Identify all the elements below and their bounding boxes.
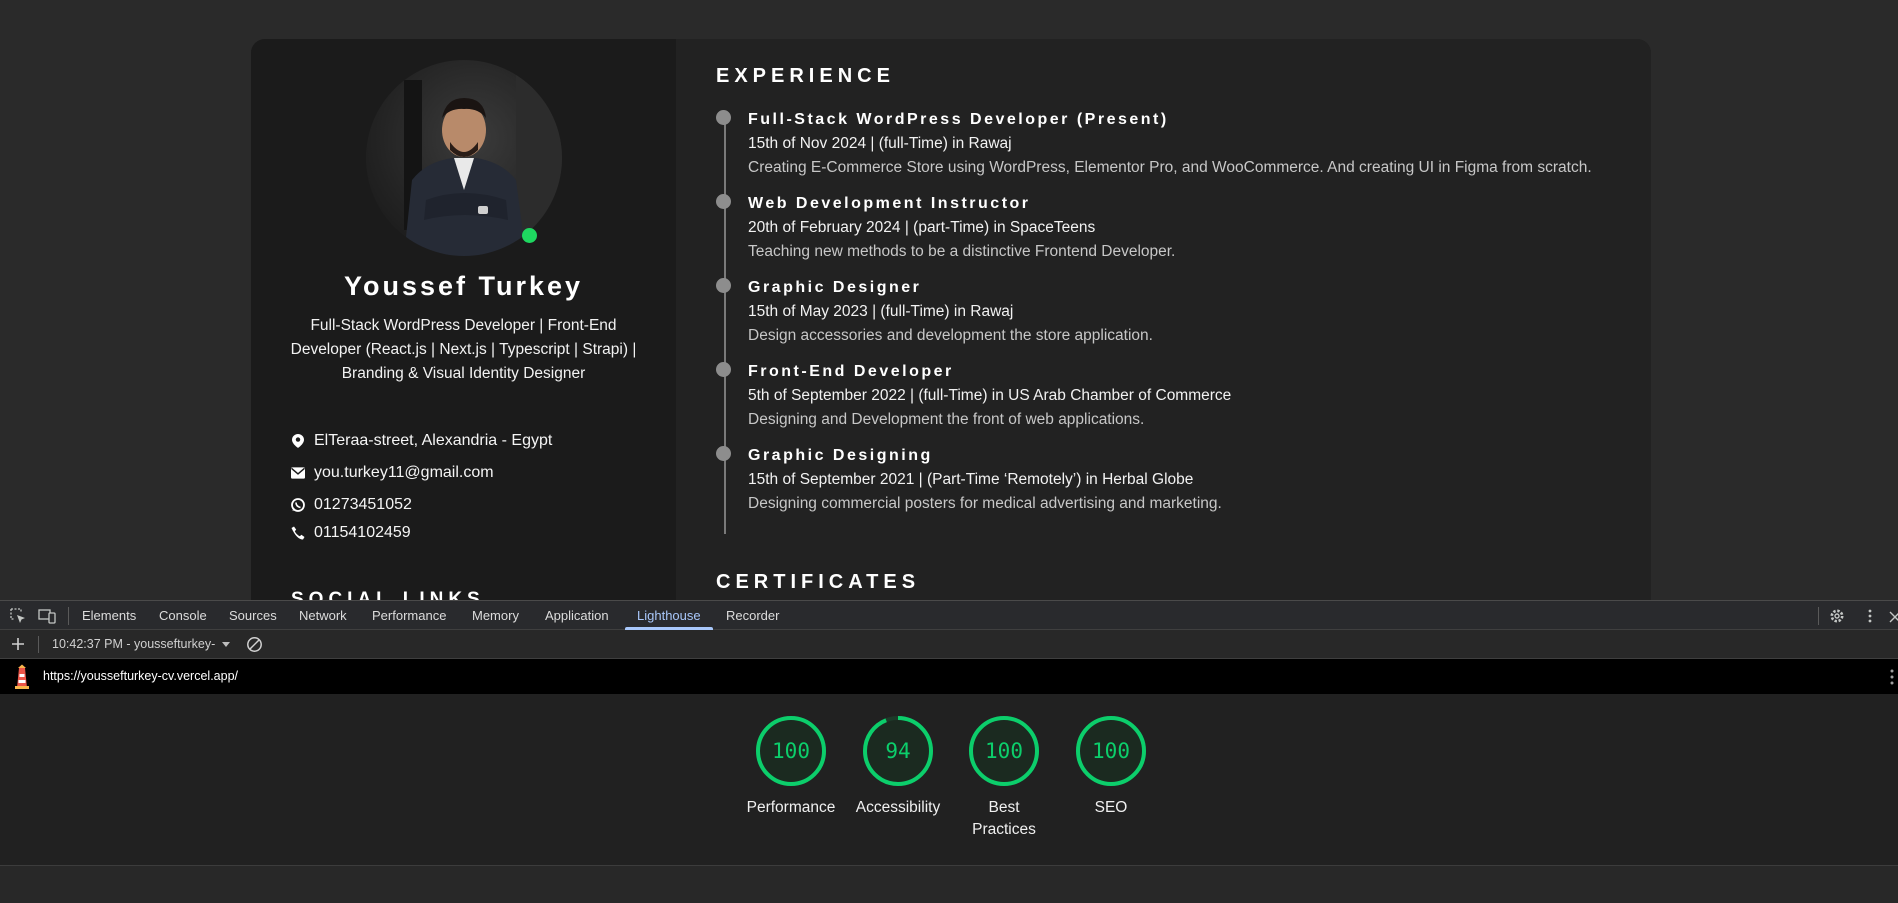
score-label: SEO [1094,799,1128,816]
score-ring: 100 [755,715,827,787]
cv-card: Youssef Turkey Full-Stack WordPress Deve… [251,39,1651,600]
timeline-dot [716,362,731,377]
contact-email[interactable]: you.turkey11@gmail.com [291,462,494,484]
settings-gear-icon[interactable] [1829,608,1845,624]
tab-console[interactable]: Console [157,601,209,630]
experience-item: Front-End Developer 5th of September 202… [716,360,1232,432]
score-value: 100 [1092,739,1130,763]
experience-role: Graphic Designer [748,279,922,296]
experience-description: Teaching new methods to be a distinctive… [748,243,1176,260]
toolbar-divider [38,636,39,653]
score-ring: 100 [1075,715,1147,787]
score-ring: 100 [968,715,1040,787]
profile-tagline: Full-Stack WordPress Developer | Front-E… [290,317,637,382]
experience-item: Graphic Designer 15th of May 2023 | (ful… [716,276,1153,348]
tab-application[interactable]: Application [543,601,611,630]
phone-icon [291,526,305,540]
timeline-line [724,114,726,534]
score-label: Performance [746,799,836,816]
score-label: Best Practices [972,799,1036,838]
score-value: 94 [885,739,911,763]
tab-recorder[interactable]: Recorder [724,601,781,630]
contact-whatsapp[interactable]: 01273451052 [291,494,412,516]
score-ring: 94 [862,715,934,787]
envelope-icon [291,466,305,480]
experience-role: Web Development Instructor [748,195,1031,212]
tabbar-divider [1818,607,1819,625]
close-icon[interactable] [1888,608,1898,624]
experience-description: Designing commercial posters for medical… [748,495,1222,512]
devtools-panel: Elements Console Sources Network Perform… [0,600,1898,903]
timeline-dot [716,194,731,209]
tabbar-divider [68,607,69,625]
experience-meta: 15th of May 2023 | (full-Time) in Rawaj [748,303,1014,320]
contact-email-text[interactable]: you.turkey11@gmail.com [314,464,494,482]
main-content: EXPERIENCE Full-Stack WordPress Develope… [676,39,1651,600]
new-report-plus-icon[interactable] [10,636,26,652]
experience-meta: 15th of September 2021 | (Part-Time ‘Rem… [748,471,1194,488]
experience-role: Front-End Developer [748,363,954,380]
experience-item: Graphic Designing 15th of September 2021… [716,444,1222,516]
experience-meta: 20th of February 2024 | (part-Time) in S… [748,219,1096,236]
inspect-element-icon[interactable] [10,608,26,624]
report-url[interactable]: https://youssefturkey-cv.vercel.app/ [43,669,238,683]
tab-sources[interactable]: Sources [227,601,279,630]
experience-item: Full-Stack WordPress Developer (Present)… [716,108,1592,180]
certificates-heading: CERTIFICATES [716,571,921,593]
contact-address-text: ElTeraa-street, Alexandria - Egypt [314,432,553,449]
timeline-dot [716,446,731,461]
experience-meta: 5th of September 2022 | (full-Time) in U… [748,387,1232,404]
profile-photo [366,60,562,256]
report-selector[interactable]: 10:42:37 PM - youssefturkey- [52,637,230,653]
tab-lighthouse[interactable]: Lighthouse [625,601,713,630]
url-bar-more-icon[interactable] [1888,668,1896,686]
gauge-best-practices[interactable]: 100 Best Practices [944,715,1064,841]
lighthouse-toolbar: 10:42:37 PM - youssefturkey- [0,630,1898,659]
lighthouse-report: 100 Performance 94 Accessibility 100 Bes… [0,694,1898,866]
experience-meta: 15th of Nov 2024 | (full-Time) in Rawaj [748,135,1012,152]
experience-role: Full-Stack WordPress Developer (Present) [748,111,1169,128]
experience-heading: EXPERIENCE [716,65,895,87]
score-value: 100 [985,739,1023,763]
timeline-dot [716,278,731,293]
more-options-icon[interactable] [1862,608,1878,624]
report-selector-text: 10:42:37 PM - youssefturkey- [52,637,216,651]
experience-description: Creating E-Commerce Store using WordPres… [748,159,1592,176]
page-viewport: Youssef Turkey Full-Stack WordPress Deve… [0,0,1898,600]
clear-reports-icon[interactable] [246,636,263,653]
report-url-bar: https://youssefturkey-cv.vercel.app/ [0,659,1898,694]
gauge-accessibility[interactable]: 94 Accessibility [838,715,958,819]
contact-address: ElTeraa-street, Alexandria - Egypt [291,430,552,452]
experience-item: Web Development Instructor 20th of Febru… [716,192,1176,264]
profile-sidebar: Youssef Turkey Full-Stack WordPress Deve… [251,39,676,600]
whatsapp-icon [291,498,305,512]
score-value: 100 [772,739,810,763]
tab-network[interactable]: Network [297,601,349,630]
tab-performance[interactable]: Performance [370,601,448,630]
social-links-heading: SOCIAL LINKS [291,589,485,600]
devtools-tabbar: Elements Console Sources Network Perform… [0,600,1898,630]
online-status-dot [522,228,537,243]
timeline-dot [716,110,731,125]
chevron-down-icon [222,642,230,647]
contact-phone-text[interactable]: 01154102459 [314,524,411,542]
gauge-seo[interactable]: 100 SEO [1051,715,1171,819]
profile-name: Youssef Turkey [343,271,584,301]
device-toolbar-icon[interactable] [38,608,56,624]
gauge-performance[interactable]: 100 Performance [731,715,851,819]
lighthouse-logo-icon [12,664,32,690]
experience-role: Graphic Designing [748,447,933,464]
location-pin-icon [291,434,305,448]
contact-phone[interactable]: 01154102459 [291,522,411,544]
experience-description: Designing and Development the front of w… [748,411,1145,428]
tab-elements[interactable]: Elements [80,601,138,630]
contact-whatsapp-text[interactable]: 01273451052 [314,496,412,514]
score-label: Accessibility [855,799,941,816]
experience-description: Design accessories and development the s… [748,327,1153,344]
tab-memory[interactable]: Memory [470,601,521,630]
